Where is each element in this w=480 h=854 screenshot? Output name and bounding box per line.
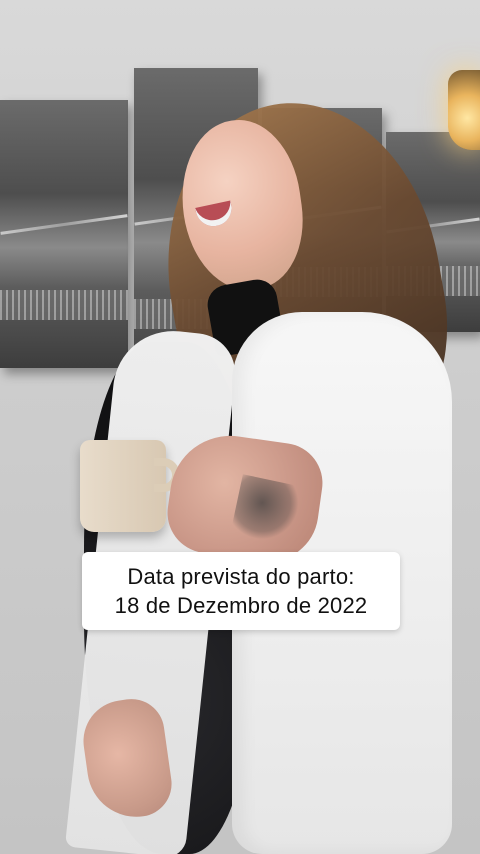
- caption-line-2: 18 de Dezembro de 2022: [114, 593, 368, 618]
- caption-overlay: Data prevista do parto: 18 de Dezembro d…: [82, 552, 400, 630]
- wall-art-city-lights: [0, 289, 128, 320]
- coffee-mug: [80, 440, 180, 532]
- wall-art-bridge: [0, 214, 128, 236]
- caption-line-1: Data prevista do parto:: [127, 563, 355, 589]
- wall-art-panel: [0, 100, 128, 368]
- hanging-lamp: [448, 70, 480, 150]
- video-frame: Data prevista do parto: 18 de Dezembro d…: [0, 0, 480, 854]
- arm-tattoo: [230, 474, 304, 546]
